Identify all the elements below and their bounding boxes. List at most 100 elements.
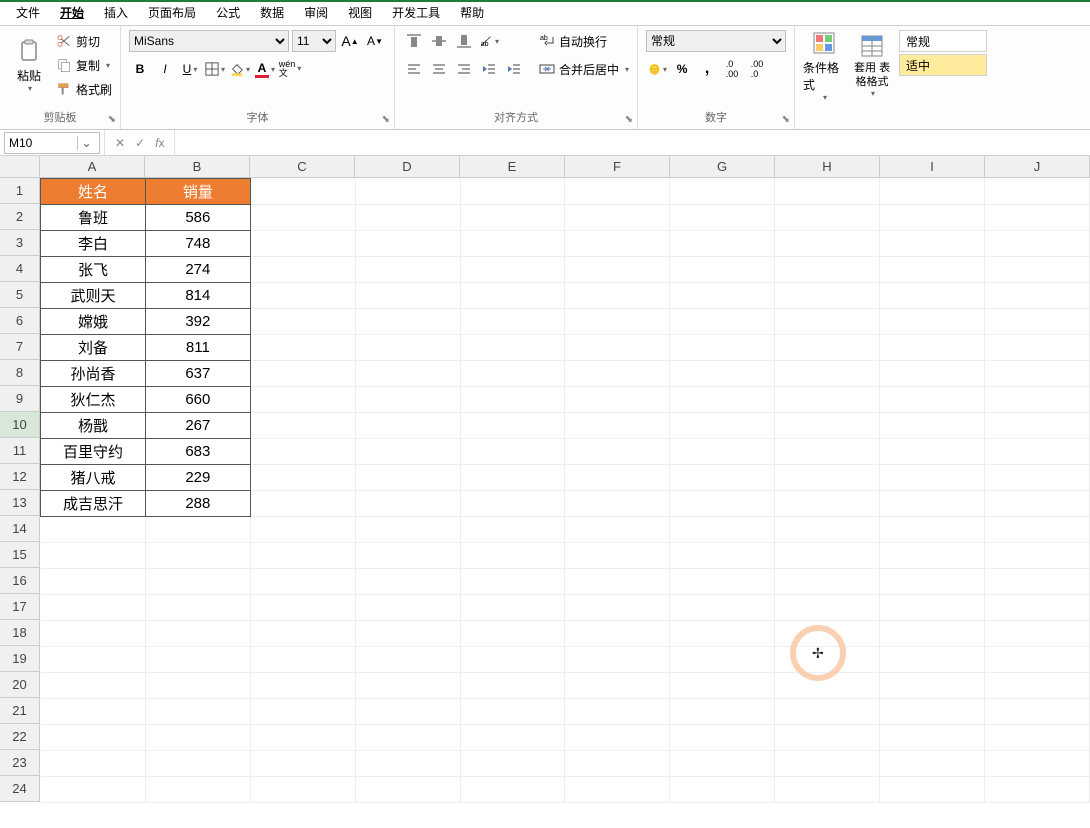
menu-layout[interactable]: 页面布局: [138, 0, 206, 25]
cell-D8[interactable]: [355, 361, 460, 387]
cell-F1[interactable]: [565, 179, 670, 205]
cell-F9[interactable]: [565, 387, 670, 413]
cell-F3[interactable]: [565, 231, 670, 257]
cell-H12[interactable]: [775, 465, 880, 491]
cell-F5[interactable]: [565, 283, 670, 309]
cell-F11[interactable]: [565, 439, 670, 465]
row-header-23[interactable]: 23: [0, 750, 40, 776]
cell-G20[interactable]: [670, 673, 775, 699]
row-header-2[interactable]: 2: [0, 204, 40, 230]
cell-E21[interactable]: [460, 699, 565, 725]
paste-button[interactable]: 粘贴: [8, 30, 50, 102]
cell-H7[interactable]: [775, 335, 880, 361]
cell-I15[interactable]: [880, 543, 985, 569]
cell-E15[interactable]: [460, 543, 565, 569]
cell-A13[interactable]: 成吉思汗: [41, 491, 146, 517]
phonetic-button[interactable]: wén 文: [279, 58, 301, 80]
cell-G17[interactable]: [670, 595, 775, 621]
cell-B7[interactable]: 811: [145, 335, 250, 361]
row-header-9[interactable]: 9: [0, 386, 40, 412]
cell-D9[interactable]: [355, 387, 460, 413]
cell-I12[interactable]: [880, 465, 985, 491]
cell-C4[interactable]: [250, 257, 355, 283]
cell-G18[interactable]: [670, 621, 775, 647]
cell-D23[interactable]: [355, 751, 460, 777]
cell-G3[interactable]: [670, 231, 775, 257]
font-size-select[interactable]: 11: [292, 30, 336, 52]
cell-J6[interactable]: [985, 309, 1090, 335]
column-header-E[interactable]: E: [460, 156, 565, 178]
cell-H22[interactable]: [775, 725, 880, 751]
accept-formula-button[interactable]: ✓: [131, 136, 149, 150]
cell-I19[interactable]: [880, 647, 985, 673]
increase-font-button[interactable]: A▲: [339, 30, 361, 52]
cell-C1[interactable]: [250, 179, 355, 205]
format-as-table-button[interactable]: 套用 表格格式: [851, 30, 893, 102]
cell-E23[interactable]: [460, 751, 565, 777]
cell-J2[interactable]: [985, 205, 1090, 231]
cell-B11[interactable]: 683: [145, 439, 250, 465]
number-format-select[interactable]: 常规: [646, 30, 786, 52]
row-header-17[interactable]: 17: [0, 594, 40, 620]
cell-H23[interactable]: [775, 751, 880, 777]
formula-input[interactable]: [175, 132, 1090, 154]
cell-F6[interactable]: [565, 309, 670, 335]
cell-F24[interactable]: [565, 777, 670, 803]
cell-H6[interactable]: [775, 309, 880, 335]
cell-J24[interactable]: [985, 777, 1090, 803]
cell-J14[interactable]: [985, 517, 1090, 543]
column-header-C[interactable]: C: [250, 156, 355, 178]
cell-C6[interactable]: [250, 309, 355, 335]
cell-A5[interactable]: 武则天: [41, 283, 146, 309]
row-header-5[interactable]: 5: [0, 282, 40, 308]
cell-J3[interactable]: [985, 231, 1090, 257]
cell-I13[interactable]: [880, 491, 985, 517]
row-header-1[interactable]: 1: [0, 178, 40, 204]
cell-C7[interactable]: [250, 335, 355, 361]
cut-button[interactable]: 剪切: [56, 30, 112, 52]
cancel-formula-button[interactable]: ✕: [111, 136, 129, 150]
cell-I17[interactable]: [880, 595, 985, 621]
cell-B3[interactable]: 748: [145, 231, 250, 257]
name-box-input[interactable]: [5, 136, 77, 150]
cell-I20[interactable]: [880, 673, 985, 699]
cell-A17[interactable]: [41, 595, 146, 621]
cell-G2[interactable]: [670, 205, 775, 231]
cell-E2[interactable]: [460, 205, 565, 231]
cell-J11[interactable]: [985, 439, 1090, 465]
cell-G21[interactable]: [670, 699, 775, 725]
column-header-D[interactable]: D: [355, 156, 460, 178]
row-header-8[interactable]: 8: [0, 360, 40, 386]
cell-I2[interactable]: [880, 205, 985, 231]
cell-E4[interactable]: [460, 257, 565, 283]
align-middle-button[interactable]: [428, 30, 450, 52]
comma-button[interactable]: ,: [696, 58, 718, 80]
menu-review[interactable]: 审阅: [294, 0, 338, 25]
cell-G12[interactable]: [670, 465, 775, 491]
cell-B5[interactable]: 814: [145, 283, 250, 309]
cell-E5[interactable]: [460, 283, 565, 309]
cell-G6[interactable]: [670, 309, 775, 335]
align-top-button[interactable]: [403, 30, 425, 52]
cell-B23[interactable]: [145, 751, 250, 777]
cell-J12[interactable]: [985, 465, 1090, 491]
row-header-21[interactable]: 21: [0, 698, 40, 724]
cell-B21[interactable]: [145, 699, 250, 725]
cell-H17[interactable]: [775, 595, 880, 621]
cell-D2[interactable]: [355, 205, 460, 231]
cell-J9[interactable]: [985, 387, 1090, 413]
cell-H5[interactable]: [775, 283, 880, 309]
cell-C16[interactable]: [250, 569, 355, 595]
cell-C12[interactable]: [250, 465, 355, 491]
cell-C17[interactable]: [250, 595, 355, 621]
cell-C15[interactable]: [250, 543, 355, 569]
cell-B10[interactable]: 267: [145, 413, 250, 439]
row-header-6[interactable]: 6: [0, 308, 40, 334]
row-header-20[interactable]: 20: [0, 672, 40, 698]
cell-F21[interactable]: [565, 699, 670, 725]
cell-I5[interactable]: [880, 283, 985, 309]
cell-F12[interactable]: [565, 465, 670, 491]
cell-E6[interactable]: [460, 309, 565, 335]
cell-J21[interactable]: [985, 699, 1090, 725]
cell-A6[interactable]: 嫦娥: [41, 309, 146, 335]
